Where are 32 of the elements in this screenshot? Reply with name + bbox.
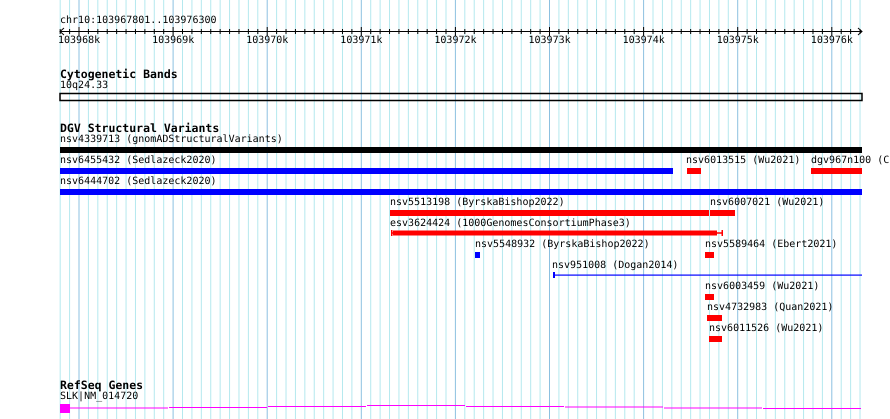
feature-label: dgv967n100 (C [811,155,890,167]
feature-label: nsv6013515 (Wu2021) [686,155,800,167]
ruler-tick-label: 103972k [434,35,477,47]
ruler-tick-label: 103973k [528,35,571,47]
ruler-tick-label: 103969k [152,35,194,47]
feature-label: nsv5513198 (ByrskaBishop2022) [390,197,565,209]
track-title: DGV Structural Variants [60,121,220,135]
location-label: chr10:103967801..103976300 [60,15,217,27]
ruler-tick-label: 103968k [58,35,100,47]
ruler-tick-label: 103976k [810,35,853,47]
gene-model[interactable] [60,404,862,413]
ruler-tick-label: 103975k [716,35,759,47]
feature-label: esv3624424 (1000GenomesConsortiumPhase3) [390,218,631,230]
ruler-tick-label: 103971k [340,35,382,47]
feature-label: SLK|NM_014720 [60,391,138,403]
ruler-tick-label: 103974k [622,35,665,47]
track-title: Cytogenetic Bands [60,67,178,81]
feature-label: nsv5548932 (ByrskaBishop2022) [475,239,650,251]
feature-label: nsv4732983 (Quan2021) [707,302,834,314]
feature-label: nsv6007021 (Wu2021) [710,197,824,209]
feature-label: nsv951008 (Dogan2014) [552,260,678,272]
feature-label: nsv6444702 (Sedlazeck2020) [60,176,217,188]
variant-bar[interactable] [391,230,723,236]
feature-label: 10q24.33 [60,80,108,92]
feature-label: nsv6003459 (Wu2021) [705,281,820,293]
feature-label: nsv6011526 (Wu2021) [709,323,824,335]
variant-line[interactable] [553,272,862,278]
feature-label: nsv4339713 (gnomADStructuralVariants) [60,134,283,146]
ruler-tick-label: 103970k [246,35,288,47]
feature-label: nsv6455432 (Sedlazeck2020) [60,155,217,167]
feature-label: nsv5589464 (Ebert2021) [705,239,838,251]
track-title: RefSeq Genes [60,378,144,392]
